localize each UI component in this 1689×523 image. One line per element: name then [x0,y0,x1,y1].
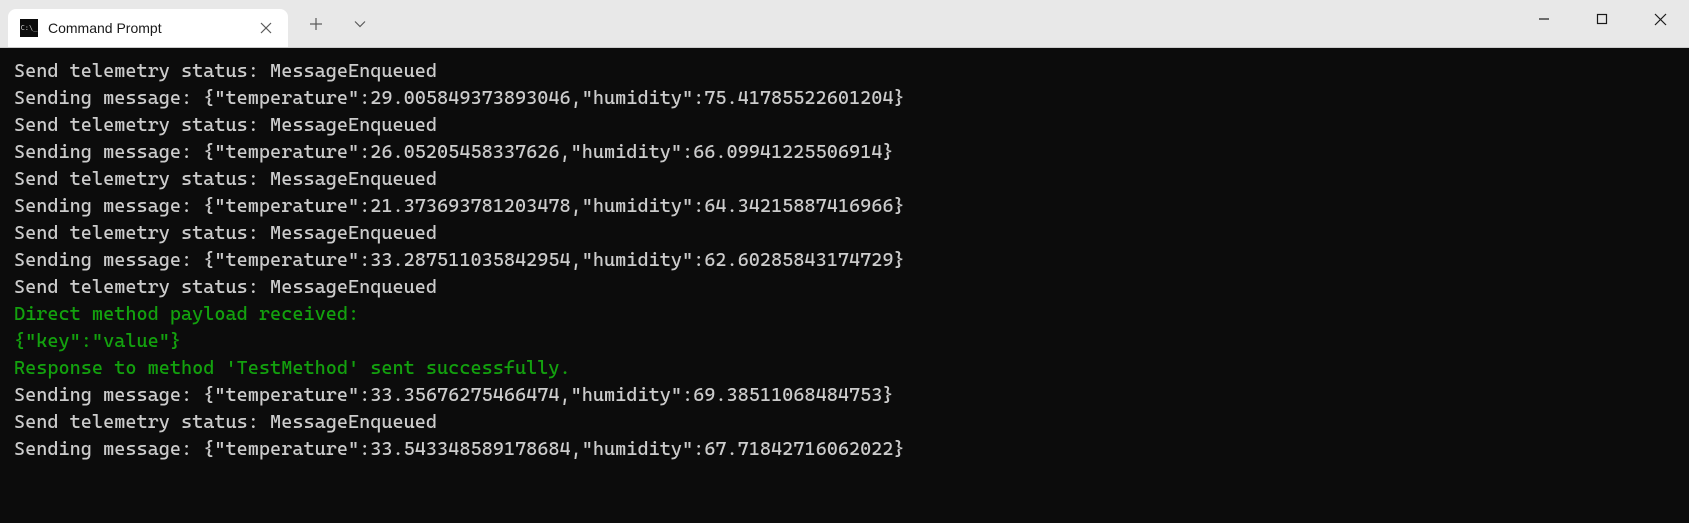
terminal-line: Send telemetry status: MessageEnqueued [14,166,1675,193]
terminal-line: Sending message: {"temperature":29.00584… [14,85,1675,112]
chevron-down-icon [354,20,366,28]
terminal-line: Send telemetry status: MessageEnqueued [14,274,1675,301]
window-controls [1515,0,1689,47]
terminal-line: Sending message: {"temperature":33.28751… [14,247,1675,274]
terminal-line: Sending message: {"temperature":33.35676… [14,382,1675,409]
tab-title: Command Prompt [48,20,246,36]
minimize-icon [1538,13,1550,25]
close-icon [1654,13,1667,26]
terminal-line: Send telemetry status: MessageEnqueued [14,220,1675,247]
maximize-button[interactable] [1573,0,1631,38]
terminal-line: Response to method 'TestMethod' sent suc… [14,355,1675,382]
close-icon [260,22,272,34]
terminal-line: Sending message: {"temperature":21.37369… [14,193,1675,220]
terminal-line: Send telemetry status: MessageEnqueued [14,112,1675,139]
tab-command-prompt[interactable]: Command Prompt [8,9,288,47]
terminal-line: Sending message: {"temperature":26.05205… [14,139,1675,166]
terminal-line: Direct method payload received: [14,301,1675,328]
new-tab-button[interactable] [296,5,336,43]
terminal-line: Send telemetry status: MessageEnqueued [14,58,1675,85]
terminal-line: Sending message: {"temperature":33.54334… [14,436,1675,463]
window-title-bar: Command Prompt [0,0,1689,48]
cmd-icon [20,19,38,37]
maximize-icon [1596,13,1608,25]
minimize-button[interactable] [1515,0,1573,38]
tab-close-button[interactable] [256,18,276,38]
tab-area: Command Prompt [0,0,380,47]
window-close-button[interactable] [1631,0,1689,38]
tab-actions [288,0,380,47]
terminal-line: {"key":"value"} [14,328,1675,355]
plus-icon [309,17,323,31]
terminal-output[interactable]: Send telemetry status: MessageEnqueuedSe… [0,48,1689,523]
tab-dropdown-button[interactable] [340,5,380,43]
terminal-line: Send telemetry status: MessageEnqueued [14,409,1675,436]
